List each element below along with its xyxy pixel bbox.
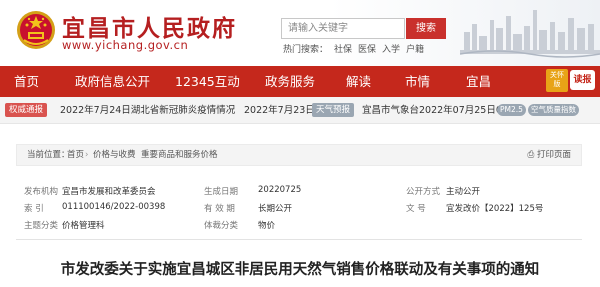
topic-value: 价格管理科 — [62, 221, 105, 231]
breadcrumb-separator: › — [85, 150, 89, 160]
care-mode-label-2: 版 — [553, 80, 561, 88]
search-button[interactable]: 搜索 — [406, 18, 446, 39]
document-title: 市发改委关于实施宜昌城区非居民用天然气销售价格联动及有关事项的通知 — [60, 262, 540, 278]
read-aloud-badge[interactable]: 读报 — [570, 70, 595, 90]
national-emblem-icon — [17, 11, 55, 49]
ticker-news-2[interactable]: 2022年7月23日 — [244, 102, 315, 116]
hot-term-social[interactable]: 社保 — [334, 42, 352, 55]
hot-search: 热门搜索： 社保 医保 入学 户籍 — [283, 42, 424, 55]
open-method-label: 公开方式 — [406, 187, 441, 197]
urgent-tag: 权威通报 — [5, 103, 48, 117]
search-input[interactable]: 请输入关键字 — [281, 18, 405, 39]
site-url: www.yichang.gov.cn — [62, 38, 189, 52]
validity-value: 长期公开 — [258, 204, 293, 214]
created-value: 20220725 — [258, 185, 302, 195]
topic-label: 主题分类 — [24, 221, 59, 231]
hot-term-school[interactable]: 入学 — [382, 42, 400, 55]
nav-item-yichang[interactable]: 宜昌 — [466, 66, 491, 97]
validity-label: 有 效 期 — [204, 204, 235, 214]
breadcrumb-key-goods[interactable]: 重要商品和服务价格 — [141, 145, 218, 165]
divider — [16, 239, 582, 240]
pm25-pill: PM2.5 — [497, 104, 526, 116]
breadcrumb-label: 当前位置： — [27, 150, 70, 160]
index-value: 011100146/2022-00398 — [62, 202, 166, 212]
weather-tag: 天气预报 — [312, 103, 355, 117]
doc-number-value: 宜发改价【2022】125号 — [446, 204, 544, 214]
hot-term-medical[interactable]: 医保 — [358, 42, 376, 55]
open-method-value: 主动公开 — [446, 187, 481, 197]
print-page-button[interactable]: ⎙ 打印页面 — [527, 145, 571, 165]
main-nav: 首页 政府信息公开 12345互动 政务服务 解读 市情 宜昌 — [0, 66, 600, 97]
ticker-news-1[interactable]: 2022年7月24日湖北省新冠肺炎疫情情况 — [60, 102, 235, 116]
news-ticker: 权威通报 2022年7月24日湖北省新冠肺炎疫情情况 2022年7月23日 天气… — [0, 97, 600, 124]
index-label: 索 引 — [24, 204, 44, 214]
doc-number-label: 文 号 — [406, 204, 426, 214]
hot-search-label: 热门搜索： — [283, 45, 329, 55]
nav-item-gov-services[interactable]: 政务服务 — [265, 66, 315, 97]
nav-item-city-info[interactable]: 市情 — [405, 66, 430, 97]
care-mode-badge[interactable]: 关怀 版 — [546, 69, 568, 92]
genre-value: 物价 — [258, 221, 276, 231]
hot-term-household[interactable]: 户籍 — [406, 42, 424, 55]
publisher-label: 发布机构 — [24, 187, 59, 197]
nav-item-home[interactable]: 首页 — [14, 66, 39, 97]
breadcrumb-price-fees[interactable]: 价格与收费 — [93, 145, 136, 165]
breadcrumb-separator: › — [132, 150, 136, 160]
nav-item-12345[interactable]: 12345互动 — [175, 66, 240, 97]
genre-label: 体裁分类 — [204, 221, 239, 231]
site-header: 宜昌市人民政府 www.yichang.gov.cn 请输入关键字 搜索 热门搜… — [0, 0, 600, 66]
created-label: 生成日期 — [204, 187, 239, 197]
nav-item-info-disclosure[interactable]: 政府信息公开 — [75, 66, 150, 97]
publisher-value: 宜昌市发展和改革委员会 — [62, 187, 156, 197]
printer-icon: ⎙ — [527, 150, 537, 160]
care-mode-label: 关怀 — [550, 71, 564, 79]
breadcrumb-home[interactable]: 首页 — [67, 145, 84, 165]
weather-text[interactable]: 宜昌市气象台2022年07月25日09 — [362, 102, 508, 116]
nav-item-interpretation[interactable]: 解读 — [346, 66, 371, 97]
air-quality-pill: 空气质量指数 — [528, 104, 579, 116]
breadcrumb: 当前位置： 首页 › 价格与收费 › 重要商品和服务价格 ⎙ 打印页面 — [16, 144, 582, 166]
city-skyline-image — [460, 10, 600, 58]
document-meta: 发布机构 宜昌市发展和改革委员会 生成日期 20220725 公开方式 主动公开… — [16, 181, 582, 233]
print-label: 打印页面 — [536, 150, 571, 160]
